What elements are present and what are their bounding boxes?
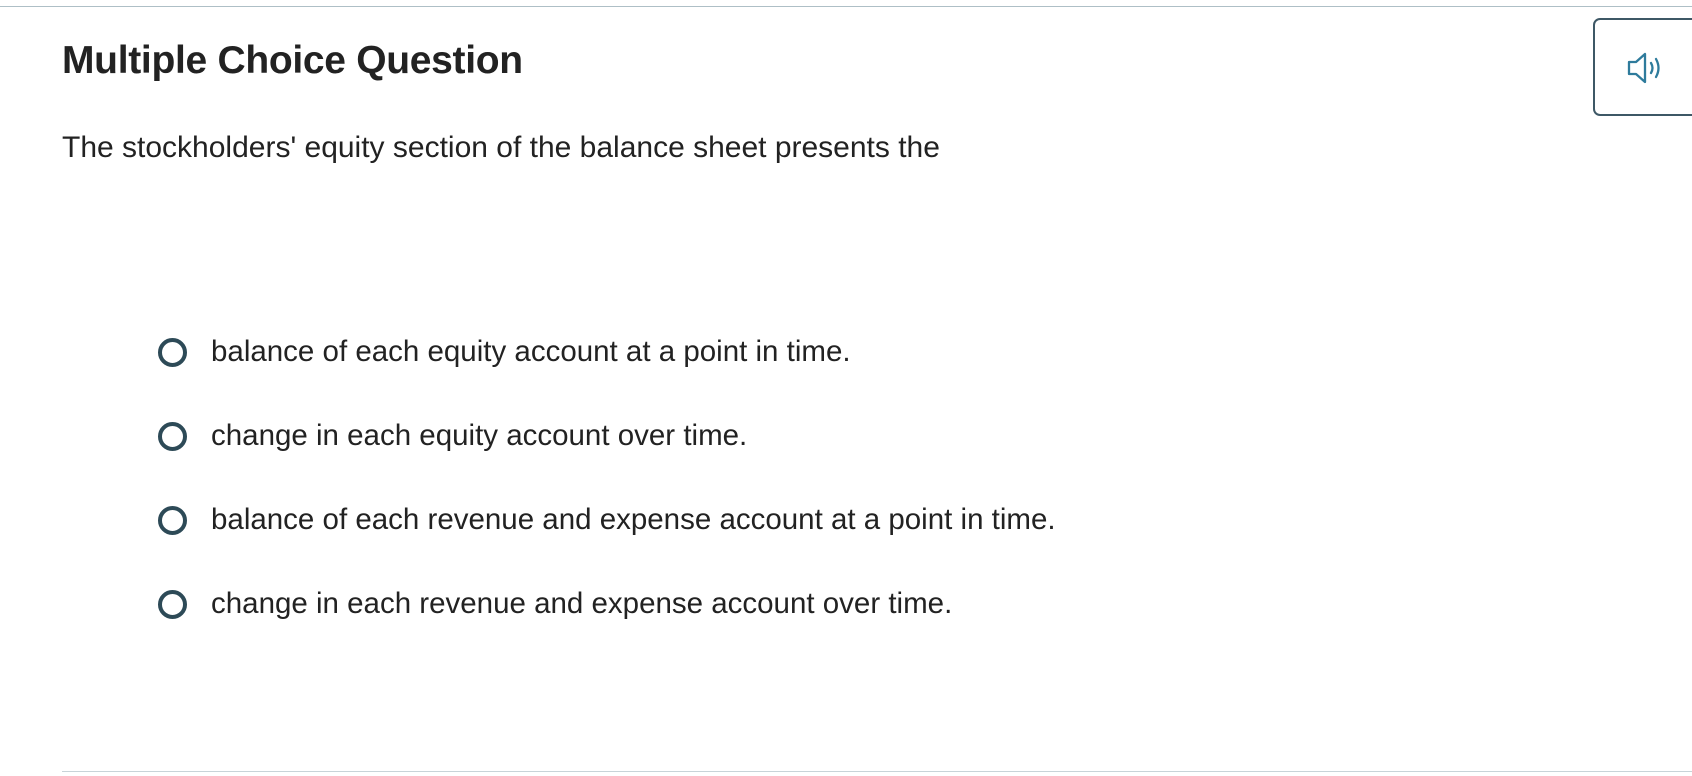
radio-button[interactable] (158, 590, 187, 619)
radio-button[interactable] (158, 506, 187, 535)
answer-option-label: change in each revenue and expense accou… (211, 587, 953, 620)
top-divider (0, 6, 1692, 7)
bottom-divider (62, 771, 1692, 772)
question-title: Multiple Choice Question (62, 39, 523, 82)
radio-button[interactable] (158, 422, 187, 451)
speaker-icon (1627, 52, 1660, 84)
radio-button[interactable] (158, 338, 187, 367)
answer-option-label: change in each equity account over time. (211, 419, 748, 452)
answer-option-label: balance of each equity account at a poin… (211, 335, 851, 368)
answer-option-label: balance of each revenue and expense acco… (211, 503, 1056, 536)
audio-button[interactable] (1593, 18, 1692, 116)
question-prompt: The stockholders' equity section of the … (62, 131, 940, 164)
